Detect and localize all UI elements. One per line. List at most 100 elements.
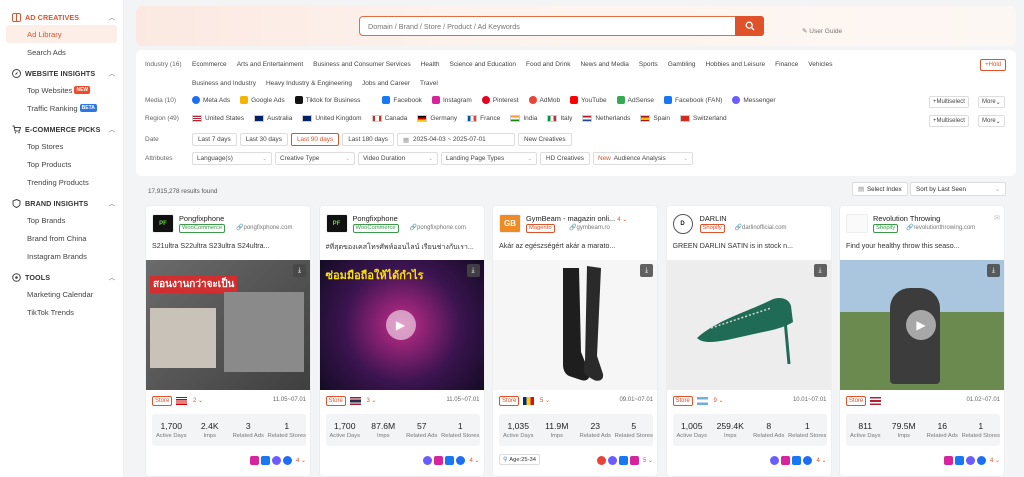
region-de[interactable]: Germany xyxy=(417,115,457,122)
store-name[interactable]: Pongfixphone xyxy=(179,214,224,223)
store-domain[interactable]: 🔗pongfixphone.com xyxy=(236,224,293,231)
download-icon[interactable]: ⤓ xyxy=(466,264,480,277)
region-more-button[interactable]: More ⌄ xyxy=(978,115,1005,127)
ad-media[interactable]: ⤓ xyxy=(493,260,657,390)
media-adsense[interactable]: AdSense xyxy=(616,96,654,104)
select-index-button[interactable]: ▤ Select Index xyxy=(852,182,908,196)
industry-tag[interactable]: Ecommerce xyxy=(192,61,227,68)
play-icon[interactable]: ▶ xyxy=(385,310,416,340)
region-nl[interactable]: Netherlands xyxy=(582,115,630,122)
media-more-button[interactable]: More ⌄ xyxy=(978,96,1005,108)
audience-analysis-dropdown[interactable]: New Audience Analysis ⌄ xyxy=(593,152,693,165)
media-meta-ads[interactable]: Meta Ads xyxy=(192,96,230,104)
media-admob[interactable]: AdMob xyxy=(528,96,560,104)
industry-tag[interactable]: Finance xyxy=(775,61,798,68)
industry-tag[interactable]: Vehicles xyxy=(808,61,832,68)
hold-button[interactable]: + Hold xyxy=(980,59,1006,71)
sidebar-section-tools[interactable]: TOOLS ︿ xyxy=(0,269,123,285)
creative-type-dropdown[interactable]: Creative Type ⌄ xyxy=(275,152,355,165)
mail-icon[interactable]: ✉ xyxy=(994,214,1000,222)
platform-count[interactable]: 4 ⌄ xyxy=(990,457,1000,464)
video-duration-dropdown[interactable]: Video Duration ⌄ xyxy=(358,152,438,165)
sidebar-section-brand-insights[interactable]: BRAND INSIGHTS ︿ xyxy=(0,195,123,211)
industry-tag[interactable]: Travel xyxy=(420,80,438,87)
sidebar-section-ad-creatives[interactable]: AD CREATIVES ︿ xyxy=(0,9,123,25)
platform-count[interactable]: 4 ⌄ xyxy=(816,457,826,464)
hd-creatives-chip[interactable]: HD Creatives xyxy=(540,152,590,165)
sidebar-item-brand-from-china[interactable]: Brand from China xyxy=(0,229,123,247)
store-name[interactable]: DARLIN xyxy=(700,214,727,223)
search-button[interactable] xyxy=(735,16,764,36)
chevron-up-icon[interactable]: ︿ xyxy=(109,199,115,208)
ad-card[interactable]: GB GymBeam - magazin onli... 4 ⌄ Magento… xyxy=(492,205,658,477)
industry-tag[interactable]: Gambling xyxy=(668,61,696,68)
industry-tag[interactable]: News and Media xyxy=(580,61,628,68)
search-input[interactable] xyxy=(360,17,735,35)
region-es[interactable]: Spain xyxy=(640,115,670,122)
date-chip-7[interactable]: Last 7 days xyxy=(192,133,237,146)
region-count[interactable]: 5 ⌄ xyxy=(540,397,550,404)
download-icon[interactable]: ⤓ xyxy=(293,264,306,277)
sidebar-item-marketing-calendar[interactable]: Marketing Calendar xyxy=(0,285,123,303)
store-domain[interactable]: 🔗gymbeam.ro xyxy=(569,224,610,231)
industry-tag[interactable]: Sports xyxy=(639,61,658,68)
industry-tag[interactable]: Hobbies and Leisure xyxy=(706,61,766,68)
store-name[interactable]: GymBeam - magazin onli... 4 ⌄ xyxy=(526,214,627,223)
industry-tag[interactable]: Business and Industry xyxy=(192,80,256,87)
sidebar-item-instagram-brands[interactable]: Instagram Brands xyxy=(0,247,123,265)
industry-tag[interactable]: Arts and Entertainment xyxy=(237,61,303,68)
store-domain[interactable]: 🔗darlinofficial.com xyxy=(735,224,787,231)
sidebar-item-top-websites[interactable]: Top Websites NEW xyxy=(0,81,123,99)
media-facebook-fan[interactable]: Facebook (FAN) xyxy=(664,96,722,104)
region-it[interactable]: Italy xyxy=(547,115,572,122)
sidebar-section-ecommerce-picks[interactable]: E-COMMERCE PICKS ︿ xyxy=(0,121,123,137)
media-google-ads[interactable]: Google Ads xyxy=(240,96,285,104)
sidebar-item-trending-products[interactable]: Trending Products xyxy=(0,173,123,191)
media-facebook[interactable]: Facebook xyxy=(382,96,422,104)
industry-tag[interactable]: Food and Drink xyxy=(526,61,570,68)
chevron-up-icon[interactable]: ︿ xyxy=(109,125,115,134)
media-pinterest[interactable]: Pinterest xyxy=(481,96,519,104)
date-chip-90[interactable]: Last 90 days xyxy=(290,133,340,146)
industry-tag[interactable]: Health xyxy=(421,61,440,68)
ad-card[interactable]: PF Pongfixphone WooCommerce 🔗pongfixphon… xyxy=(318,205,485,477)
platform-count[interactable]: 5 ⌄ xyxy=(643,457,653,464)
region-fr[interactable]: France xyxy=(467,115,500,122)
download-icon[interactable]: ⤓ xyxy=(987,264,1000,277)
region-au[interactable]: Australia xyxy=(254,115,292,122)
ad-card[interactable]: Revolution Throwing Shopify 🔗revolutiont… xyxy=(839,205,1005,477)
region-us[interactable]: United States xyxy=(192,115,244,122)
download-icon[interactable]: ⤓ xyxy=(813,264,827,277)
landing-page-dropdown[interactable]: Landing Page Types ⌄ xyxy=(441,152,537,165)
language-dropdown[interactable]: Language(s) ⌄ xyxy=(192,152,272,165)
sidebar-section-website-insights[interactable]: WEBSITE INSIGHTS ︿ xyxy=(0,65,123,81)
region-count[interactable]: 3 ⌄ xyxy=(367,397,377,404)
sidebar-item-top-stores[interactable]: Top Stores xyxy=(0,137,123,155)
region-ch[interactable]: Switzerland xyxy=(680,115,727,122)
industry-tag[interactable]: Heavy Industry & Engineering xyxy=(266,80,352,87)
sidebar-item-ad-library[interactable]: Ad Library xyxy=(6,25,117,43)
sort-dropdown[interactable]: Sort by Last Seen ⌄ xyxy=(910,182,1006,196)
user-guide-link[interactable]: ✎ User Guide xyxy=(802,27,842,35)
chevron-up-icon[interactable]: ︿ xyxy=(109,69,115,78)
media-messenger[interactable]: Messenger xyxy=(732,96,776,104)
store-domain[interactable]: 🔗revolutionthrowing.com xyxy=(906,224,975,231)
download-icon[interactable]: ⤓ xyxy=(640,264,653,277)
new-creatives-chip[interactable]: New Creatives xyxy=(517,133,572,146)
media-youtube[interactable]: YouTube xyxy=(570,96,607,104)
sidebar-item-search-ads[interactable]: Search Ads xyxy=(0,43,123,61)
region-multiselect-button[interactable]: + Multiselect xyxy=(929,115,969,127)
chevron-up-icon[interactable]: ︿ xyxy=(109,13,115,22)
industry-tag[interactable]: Science and Education xyxy=(450,61,517,68)
sidebar-item-top-products[interactable]: Top Products xyxy=(0,155,123,173)
media-instagram[interactable]: Instagram xyxy=(431,96,472,104)
region-in[interactable]: India xyxy=(510,115,537,122)
platform-count[interactable]: 4 ⌄ xyxy=(469,457,479,464)
region-ca[interactable]: Canada xyxy=(371,115,407,122)
industry-tag[interactable]: Business and Consumer Services xyxy=(313,61,411,68)
store-name[interactable]: Pongfixphone xyxy=(353,214,398,223)
ad-media[interactable]: สอนงานกว่าจะเป็น ⤓ xyxy=(146,260,310,390)
region-uk[interactable]: United Kingdom xyxy=(302,115,362,122)
ad-card[interactable]: PF Pongfixphone WooCommerce 🔗pongfixphon… xyxy=(145,205,311,477)
chevron-up-icon[interactable]: ︿ xyxy=(109,273,115,282)
